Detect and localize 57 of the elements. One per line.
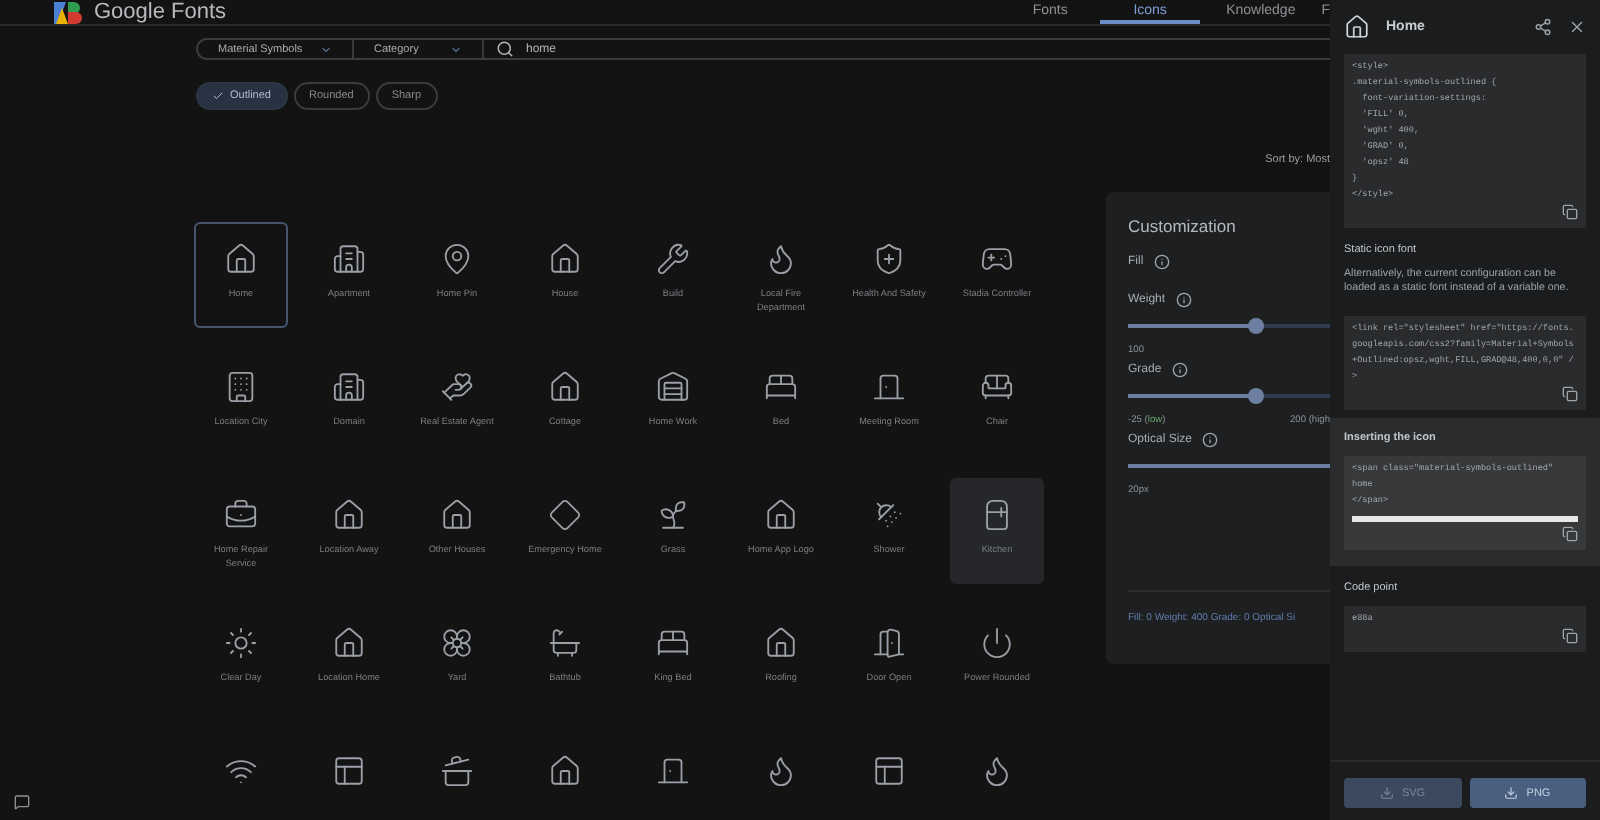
refrigerator-icon xyxy=(980,498,1014,532)
house-icon xyxy=(548,242,582,276)
info-icon[interactable] xyxy=(1153,254,1170,270)
house-icon xyxy=(224,242,258,276)
info-icon[interactable] xyxy=(1175,292,1192,308)
feedback-icon[interactable] xyxy=(14,794,30,810)
house-icon xyxy=(332,626,366,660)
bathtub-icon xyxy=(548,626,582,660)
caret-icon xyxy=(320,43,332,55)
brand-name: Google Fonts xyxy=(94,0,227,24)
house-icon xyxy=(440,498,474,532)
share-icon[interactable] xyxy=(1534,18,1552,36)
close-icon[interactable] xyxy=(1568,18,1586,36)
copy-icon[interactable] xyxy=(1562,204,1578,220)
door-icon[interactable] xyxy=(656,754,690,788)
download-icon xyxy=(1379,786,1394,800)
building-icon xyxy=(332,370,366,404)
flame-icon[interactable] xyxy=(980,754,1014,788)
copy-icon[interactable] xyxy=(1562,385,1578,402)
window-icon[interactable] xyxy=(332,754,366,788)
house-icon[interactable] xyxy=(548,754,582,788)
customization-title: Customization xyxy=(1128,216,1238,236)
house-icon xyxy=(548,370,582,404)
sun-icon xyxy=(224,626,258,660)
power-icon xyxy=(980,626,1014,660)
grass-icon xyxy=(656,498,690,532)
building-icon xyxy=(224,370,258,404)
copy-icon[interactable] xyxy=(1562,525,1578,542)
flame-icon[interactable] xyxy=(764,754,798,788)
flower-icon xyxy=(440,626,474,660)
door-icon xyxy=(872,626,906,660)
map-pin-icon xyxy=(440,242,474,276)
check-icon xyxy=(212,90,224,102)
house-icon xyxy=(1344,14,1370,40)
panel-icon[interactable] xyxy=(872,754,906,788)
building-icon xyxy=(332,242,366,276)
search-icon xyxy=(496,40,514,58)
scrollbar[interactable] xyxy=(1352,515,1578,522)
diamond-icon xyxy=(548,498,582,532)
pot-icon[interactable] xyxy=(440,754,474,788)
bed-icon xyxy=(656,626,690,660)
gamepad-icon xyxy=(980,242,1014,276)
slider-thumb[interactable] xyxy=(1247,318,1264,334)
info-icon[interactable] xyxy=(1171,362,1188,378)
bed-icon xyxy=(764,370,798,404)
door-icon xyxy=(872,370,906,404)
caret-icon xyxy=(450,43,462,55)
slider-thumb[interactable] xyxy=(1247,388,1264,404)
logo-icon xyxy=(54,1,82,23)
info-icon[interactable] xyxy=(1202,432,1219,448)
shield-plus-icon xyxy=(872,242,906,276)
house-icon xyxy=(764,498,798,532)
sofa-icon xyxy=(980,370,1014,404)
flame-icon xyxy=(764,242,798,276)
copy-icon[interactable] xyxy=(1562,627,1578,644)
wrench-icon xyxy=(656,242,690,276)
download-icon xyxy=(1504,786,1519,800)
